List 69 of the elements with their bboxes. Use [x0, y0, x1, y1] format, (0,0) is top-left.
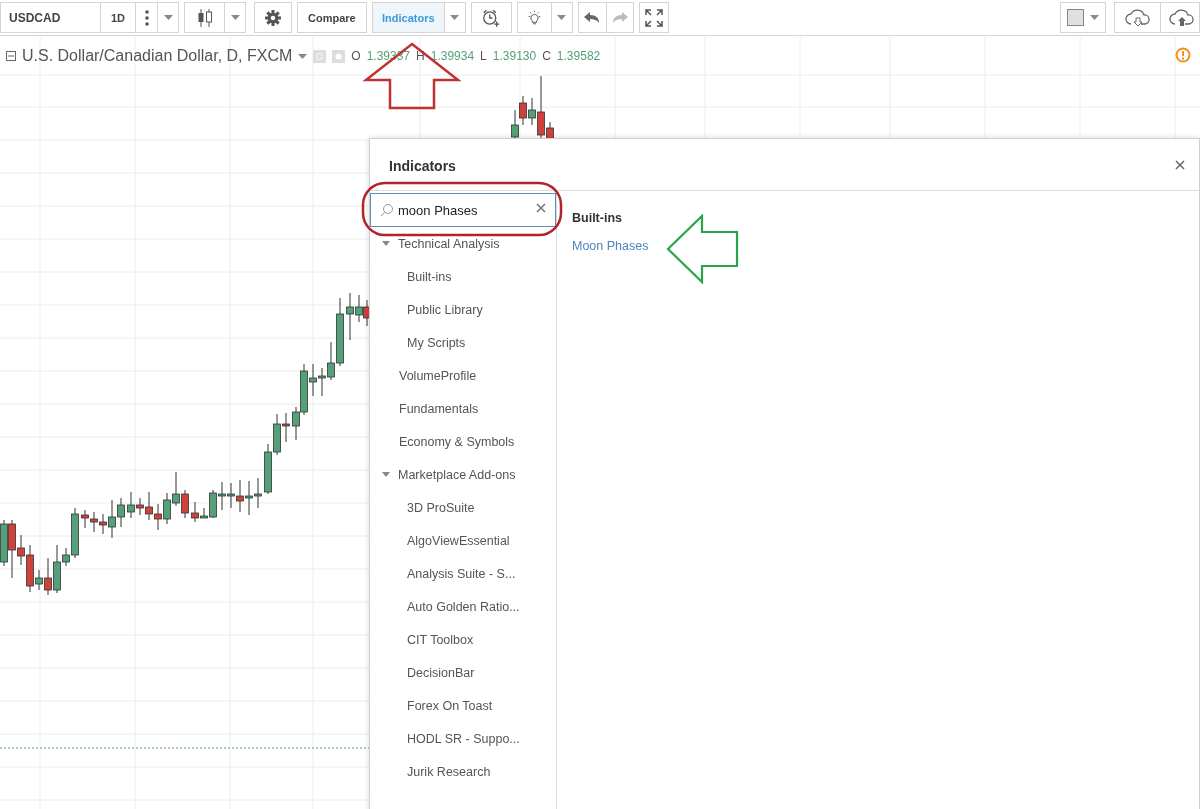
download-button[interactable] [1114, 2, 1160, 33]
settings-button[interactable] [254, 2, 293, 33]
fullscreen-icon [644, 8, 663, 27]
alarm-clock-icon [481, 7, 501, 28]
ideas-button[interactable] [516, 2, 551, 33]
result-link[interactable]: Moon Phases [572, 239, 649, 253]
category-item[interactable]: Economy & Symbols [399, 434, 515, 449]
interval-button[interactable]: 1D [100, 2, 136, 33]
collapse-icon[interactable] [6, 51, 16, 61]
caret-icon [450, 15, 460, 20]
caret-icon[interactable] [382, 472, 390, 477]
search-icon [380, 203, 394, 217]
redo-icon [611, 11, 628, 24]
fullscreen-button[interactable] [638, 2, 669, 33]
upload-button[interactable] [1160, 2, 1200, 33]
undo-icon [584, 11, 601, 24]
caret-icon[interactable] [382, 241, 390, 246]
category-item[interactable]: DecisionBar [370, 656, 556, 689]
color-button[interactable] [1060, 2, 1106, 33]
candlestick-icon [196, 7, 213, 28]
symbol-field[interactable]: USDCAD [0, 2, 100, 33]
category-item[interactable]: CIT Toolbox [370, 623, 556, 656]
chart-style-button[interactable] [184, 2, 225, 33]
color-swatch-icon [1067, 9, 1084, 26]
dropdown-button[interactable] [224, 2, 247, 33]
more-button[interactable] [135, 2, 158, 33]
dropdown-button[interactable] [157, 2, 180, 33]
category-item[interactable]: VolumeProfile [399, 368, 477, 383]
caret-icon [1090, 15, 1099, 20]
caret-icon [557, 15, 567, 20]
ohlc-label: O [351, 49, 361, 63]
alert-button[interactable] [470, 2, 512, 33]
results-heading: Built-ins [572, 211, 623, 225]
category-item[interactable]: Built-ins [370, 260, 556, 293]
undo-button[interactable] [577, 2, 606, 33]
category-item[interactable]: 3D ProSuite [370, 491, 556, 524]
category-item[interactable]: Marketplace Add-ons [398, 467, 516, 482]
close-icon [1175, 160, 1185, 170]
caret-icon [163, 15, 173, 20]
cloud-download-icon [1124, 8, 1151, 27]
search-field[interactable]: moon Phases [370, 193, 556, 227]
category-item[interactable]: Jurik Research [370, 755, 556, 788]
more-icon [144, 9, 149, 26]
caret-icon [298, 53, 308, 59]
category-item[interactable]: Forex On Toast [370, 689, 556, 722]
category-item[interactable]: AlgoViewEssential [370, 524, 556, 557]
warning-icon[interactable] [1175, 47, 1191, 63]
category-item[interactable]: Technical Analysis [398, 236, 500, 251]
cloud-upload-icon [1169, 8, 1195, 27]
category-item[interactable]: Public Library [370, 293, 556, 326]
close-icon [536, 203, 546, 213]
series-title: U.S. Dollar/Canadian Dollar, D, FXCM [22, 47, 293, 65]
settings-icon [265, 8, 282, 27]
ohlc-label: L [480, 49, 487, 63]
dialog-title: Indicators [389, 157, 456, 174]
ohlc-label: C [542, 49, 551, 63]
caret-icon [230, 15, 240, 20]
category-item[interactable]: My Scripts [370, 326, 556, 359]
dropdown-button[interactable] [443, 2, 466, 33]
ohlc-value: 1.39582 [556, 49, 601, 63]
dropdown-button[interactable] [550, 2, 573, 33]
compare-button[interactable]: Compare [297, 2, 367, 33]
ohlc-value: 1.39130 [492, 49, 537, 63]
category-item[interactable]: Auto Golden Ratio... [370, 590, 556, 623]
category-item[interactable]: Fundamentals [399, 401, 479, 416]
clear-button[interactable] [536, 203, 546, 213]
ohlc-value: 1.39934 [430, 49, 475, 63]
category-item[interactable]: HODL SR - Suppo... [370, 722, 556, 755]
category-item[interactable]: Analysis Suite - S... [370, 557, 556, 590]
